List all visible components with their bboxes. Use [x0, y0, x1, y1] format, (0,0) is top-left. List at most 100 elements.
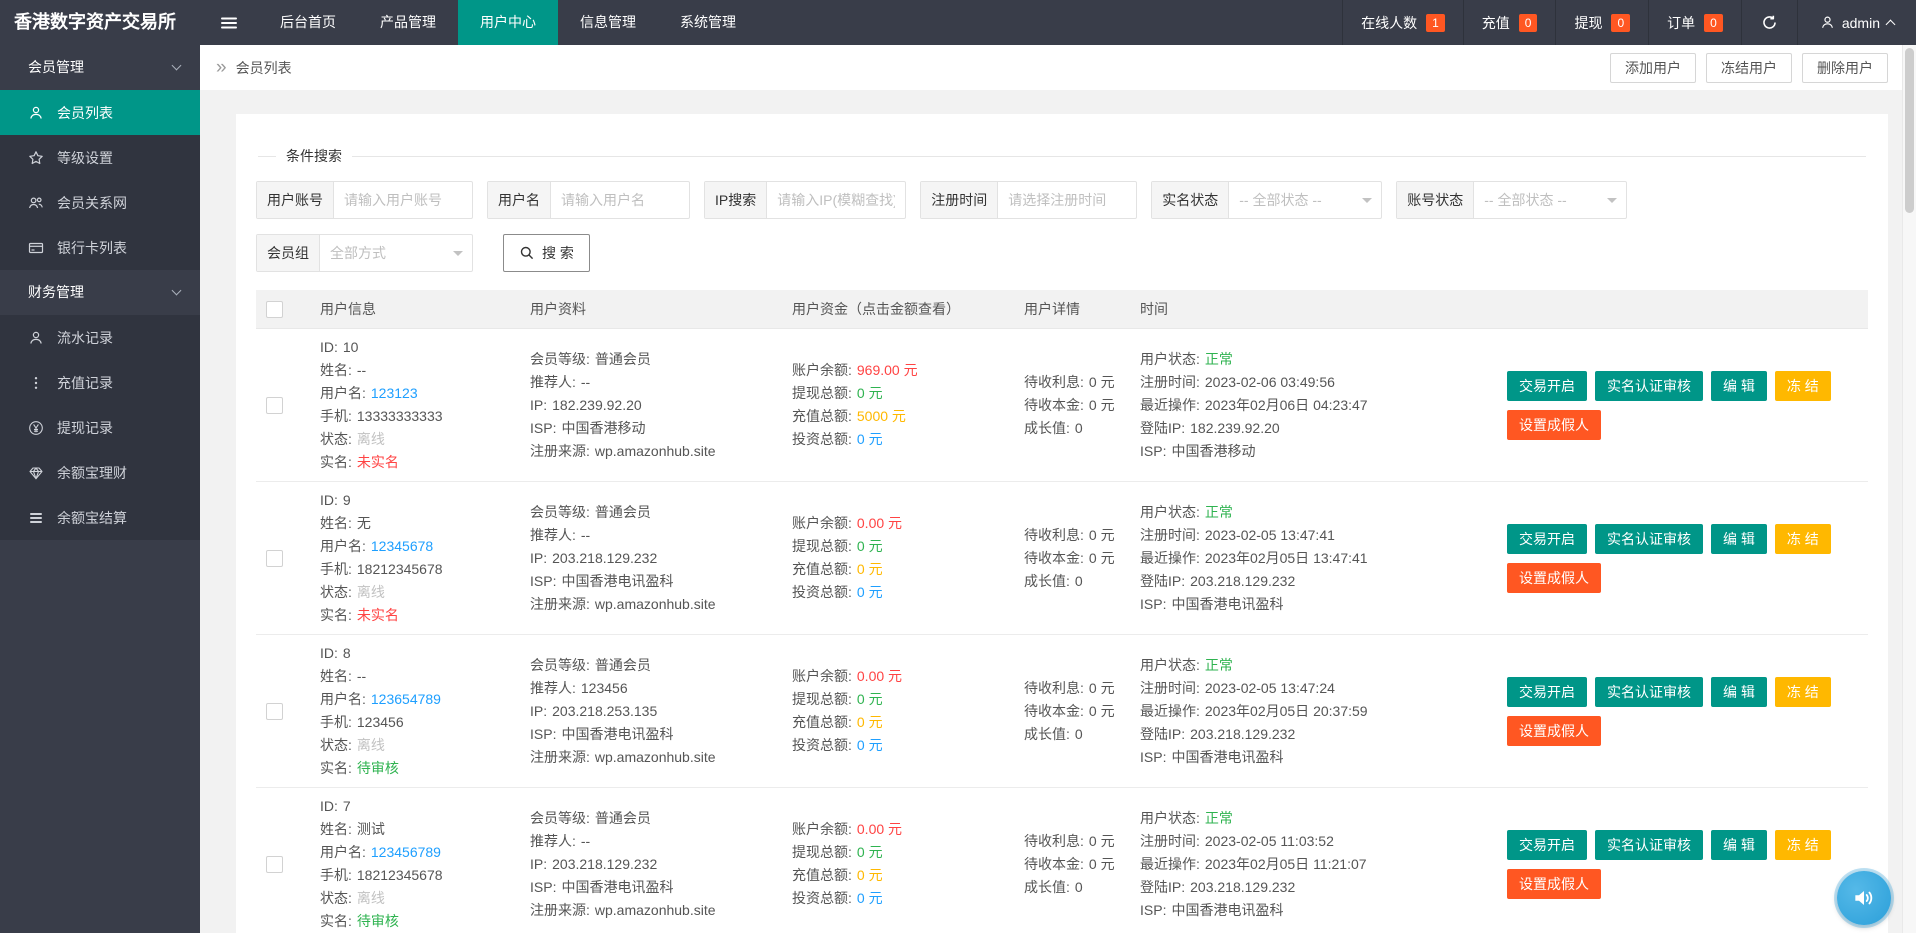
username-link[interactable]: 123654789 — [371, 691, 441, 707]
action-button[interactable]: 冻 结 — [1774, 523, 1831, 554]
field-label: 最近操作: — [1140, 702, 1200, 719]
username-link[interactable]: 123123 — [371, 385, 418, 401]
topbar-stat[interactable]: 订单 0 — [1648, 0, 1741, 45]
recharge-total[interactable]: 0 元 — [857, 714, 883, 730]
account-balance[interactable]: 0.00 元 — [857, 515, 902, 531]
sidebar-item[interactable]: 余额宝结算 — [0, 495, 200, 540]
sidebar-item[interactable]: 等级设置 — [0, 135, 200, 180]
withdraw-total[interactable]: 0 元 — [857, 691, 883, 707]
sidebar-section-title[interactable]: 会员管理 — [0, 45, 200, 90]
register-time: 2023-02-05 13:47:24 — [1204, 679, 1335, 696]
sidebar-item[interactable]: 会员列表 — [0, 90, 200, 135]
action-button[interactable]: 冻 结 — [1774, 676, 1831, 707]
withdraw-total[interactable]: 0 元 — [857, 538, 883, 554]
search-input[interactable] — [334, 182, 472, 218]
action-button[interactable]: 设置成假人 — [1507, 868, 1601, 899]
username-link[interactable]: 123456789 — [371, 844, 441, 860]
action-button[interactable]: 实名认证审核 — [1595, 523, 1703, 554]
search-select[interactable]: 全部方式 — [320, 235, 472, 271]
sound-float-button[interactable] — [1837, 871, 1891, 925]
recharge-total[interactable]: 0 元 — [857, 867, 883, 883]
search-field-label: 注册时间 — [921, 182, 999, 218]
sidebar-item[interactable]: 余额宝理财 — [0, 450, 200, 495]
sidebar-item[interactable]: 会员关系网 — [0, 180, 200, 225]
toolbar-button[interactable]: 删除用户 — [1802, 52, 1888, 83]
chevron-down-icon — [1607, 198, 1618, 208]
select-all-checkbox[interactable] — [266, 300, 283, 318]
withdraw-total[interactable]: 0 元 — [857, 844, 883, 860]
action-button[interactable]: 交易开启 — [1507, 676, 1587, 707]
action-button[interactable]: 交易开启 — [1507, 370, 1587, 401]
sidebar-item[interactable]: 充值记录 — [0, 360, 200, 405]
sidebar-section-title[interactable]: 财务管理 — [0, 270, 200, 315]
field-line: 充值总额: 0 元 — [792, 864, 1008, 887]
sidebar-item[interactable]: 流水记录 — [0, 315, 200, 360]
account-balance[interactable]: 0.00 元 — [857, 821, 902, 837]
toolbar-button[interactable]: 冻结用户 — [1706, 52, 1792, 83]
menu-toggle-button[interactable] — [200, 0, 258, 45]
action-button[interactable]: 编 辑 — [1711, 523, 1767, 554]
account-balance[interactable]: 0.00 元 — [857, 668, 902, 684]
action-button[interactable]: 交易开启 — [1507, 829, 1587, 860]
row-checkbox[interactable] — [266, 549, 283, 567]
refresh-button[interactable] — [1740, 0, 1797, 45]
sidebar: 会员管理 会员列表 等级设置 会员关系网 银行卡列表 财务管理 流水记录 充值记录 提现记录 余额… — [0, 45, 200, 933]
action-button[interactable]: 冻 结 — [1774, 829, 1831, 860]
search-select[interactable]: -- 全部状态 -- — [1229, 182, 1381, 218]
search-input[interactable] — [767, 182, 906, 218]
top-nav-item[interactable]: 后台首页 — [258, 0, 358, 45]
actions-row-primary: 交易开启 实名认证审核编 辑冻 结 — [1507, 523, 1860, 554]
action-button[interactable]: 编 辑 — [1711, 829, 1767, 860]
row-checkbox[interactable] — [266, 396, 283, 414]
isp: 中国香港电讯盈科 — [561, 572, 674, 589]
toolbar-button[interactable]: 添加用户 — [1610, 52, 1696, 83]
withdraw-total[interactable]: 0 元 — [857, 385, 883, 401]
search-input[interactable] — [998, 182, 1137, 218]
actions-row-secondary: 设置成假人 — [1507, 715, 1860, 746]
recharge-total[interactable]: 5000 元 — [857, 408, 906, 424]
page-scrollbar[interactable] — [1902, 45, 1916, 933]
account-balance[interactable]: 969.00 元 — [857, 362, 918, 378]
sidebar-item[interactable]: 提现记录 — [0, 405, 200, 450]
action-button[interactable]: 实名认证审核 — [1595, 676, 1703, 707]
field-label: IP: — [530, 702, 548, 719]
topbar-stat[interactable]: 在线人数 1 — [1342, 0, 1463, 45]
admin-menu[interactable]: admin — [1796, 0, 1916, 45]
username-link[interactable]: 12345678 — [371, 538, 433, 554]
sidebar-item[interactable]: 银行卡列表 — [0, 225, 200, 270]
row-checkbox[interactable] — [266, 855, 283, 873]
invest-total[interactable]: 0 元 — [857, 890, 883, 906]
action-button[interactable]: 交易开启 — [1507, 523, 1587, 554]
search-select[interactable]: -- 全部状态 -- — [1474, 182, 1626, 218]
action-button[interactable]: 设置成假人 — [1507, 715, 1601, 746]
recharge-total[interactable]: 0 元 — [857, 561, 883, 577]
row-checkbox[interactable] — [266, 702, 283, 720]
pending-principal: 0 元 — [1088, 702, 1115, 719]
action-button[interactable]: 冻 结 — [1774, 370, 1831, 401]
action-button[interactable]: 实名认证审核 — [1595, 829, 1703, 860]
invest-total[interactable]: 0 元 — [857, 737, 883, 753]
topbar-stat[interactable]: 充值 0 — [1462, 0, 1556, 45]
row-select-cell — [256, 481, 312, 635]
register-time: 2023-02-06 03:49:56 — [1204, 373, 1335, 390]
field-line: IP: 203.218.129.232 — [530, 853, 776, 876]
top-nav-item[interactable]: 信息管理 — [558, 0, 658, 45]
top-nav-item[interactable]: 用户中心 — [458, 0, 558, 45]
field-line: 用户状态: 正常 — [1140, 348, 1491, 371]
invest-total[interactable]: 0 元 — [857, 584, 883, 600]
realname-status: 待审核 — [356, 913, 399, 929]
action-button[interactable]: 设置成假人 — [1507, 562, 1601, 593]
search-button[interactable]: 搜 索 — [503, 234, 590, 272]
top-nav-item[interactable]: 系统管理 — [658, 0, 758, 45]
topbar-stat[interactable]: 提现 0 — [1555, 0, 1648, 45]
search-input[interactable] — [551, 182, 689, 218]
action-button[interactable]: 编 辑 — [1711, 370, 1767, 401]
scrollbar-thumb[interactable] — [1905, 48, 1914, 213]
action-button[interactable]: 实名认证审核 — [1595, 370, 1703, 401]
field-label: 成长值: — [1024, 419, 1070, 436]
action-button[interactable]: 设置成假人 — [1507, 409, 1601, 440]
action-button[interactable]: 编 辑 — [1711, 676, 1767, 707]
field-label: ISP: — [1140, 901, 1167, 918]
top-nav-item[interactable]: 产品管理 — [358, 0, 458, 45]
invest-total[interactable]: 0 元 — [857, 431, 883, 447]
